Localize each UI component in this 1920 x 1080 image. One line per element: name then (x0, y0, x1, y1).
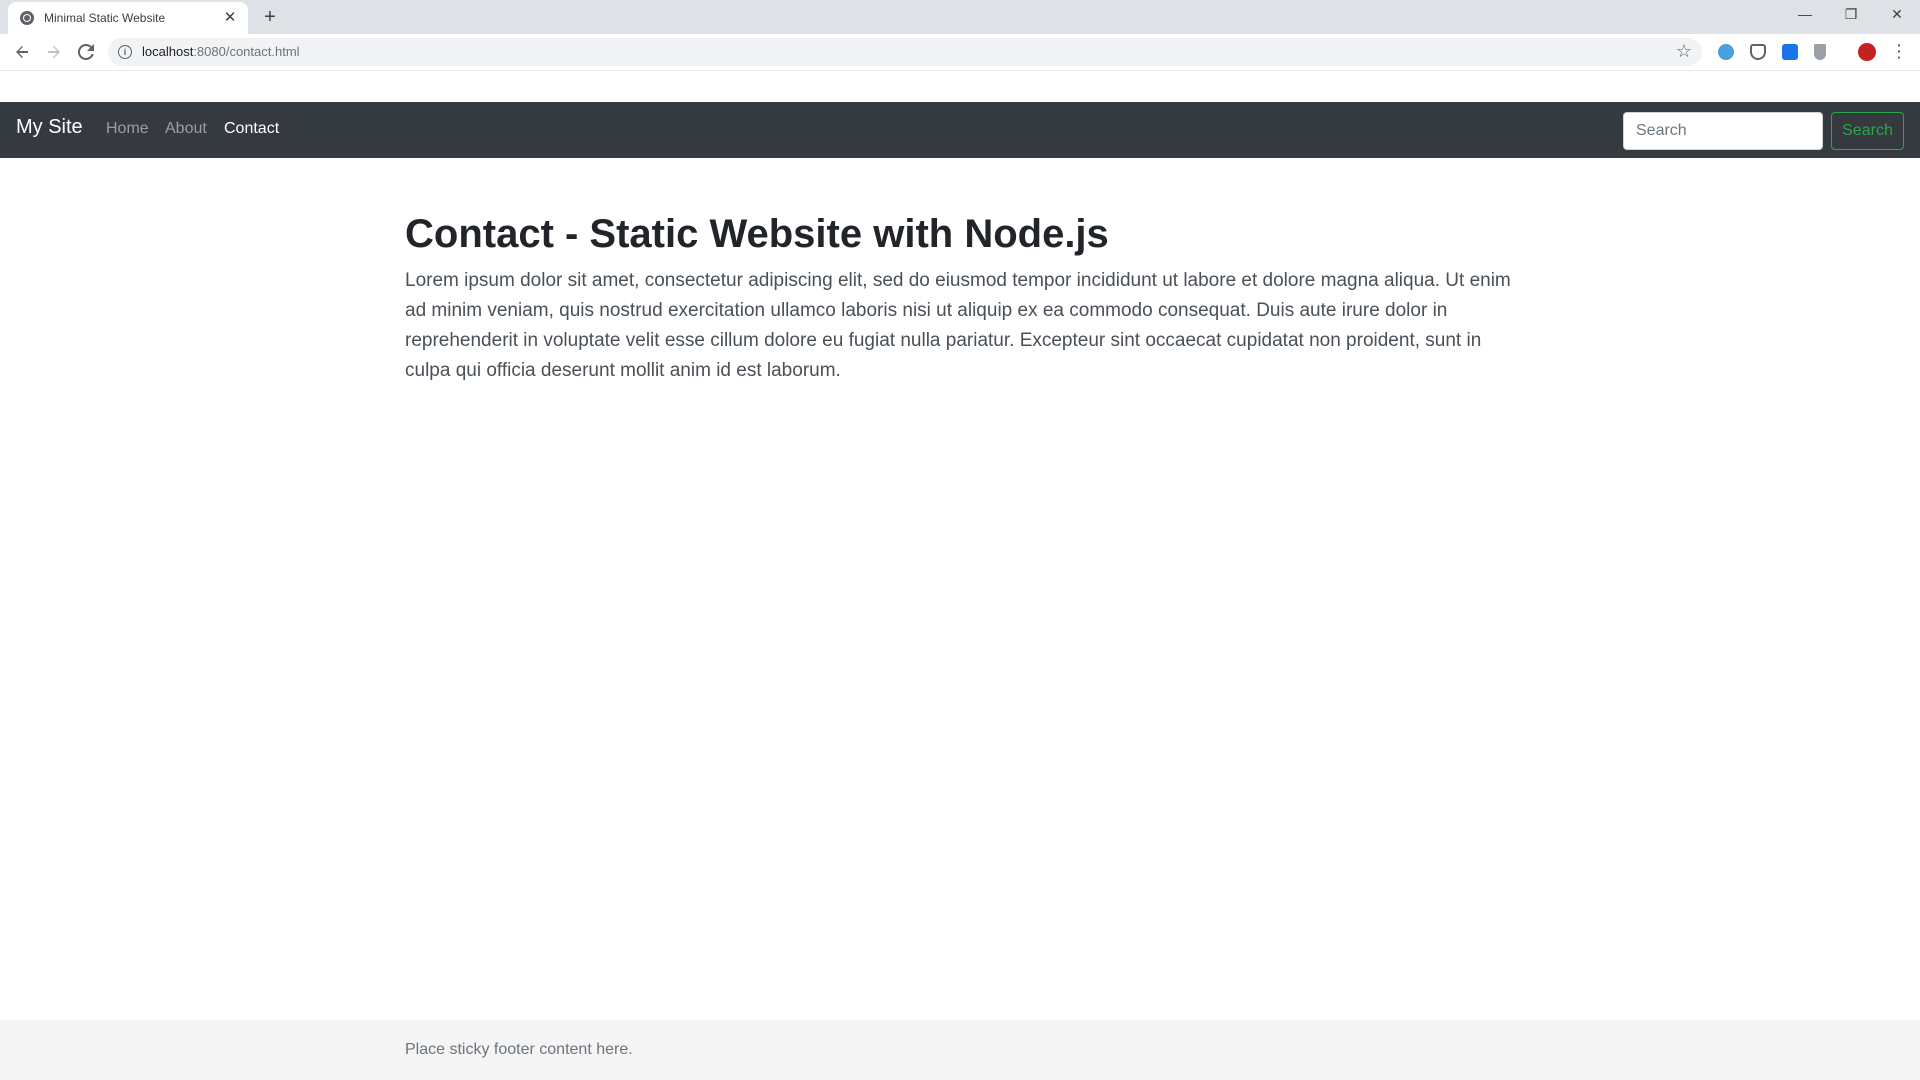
search-input[interactable] (1623, 112, 1823, 150)
url-text[interactable]: localhost:8080/contact.html (142, 44, 300, 59)
browser-toolbar: i localhost:8080/contact.html ☆ ⋮ (0, 34, 1920, 71)
sticky-footer: Place sticky footer content here. (0, 1020, 1920, 1080)
site-info-icon[interactable]: i (118, 45, 132, 59)
menu-kebab-icon[interactable]: ⋮ (1890, 42, 1908, 60)
footer-text: Place sticky footer content here. (405, 1041, 633, 1058)
bookmark-star-icon[interactable]: ☆ (1676, 41, 1692, 62)
nav-link-contact[interactable]: Contact (224, 120, 279, 138)
reload-icon[interactable] (72, 38, 100, 66)
page-title: Contact - Static Website with Node.js (405, 212, 1109, 256)
close-tab-icon[interactable]: ✕ (220, 8, 240, 28)
ext-download-icon[interactable] (1814, 44, 1826, 60)
lead-paragraph: Lorem ipsum dolor sit amet, consectetur … (405, 270, 1511, 381)
main-content: Contact - Static Website with Node.js Lo… (405, 210, 1515, 386)
minimize-button[interactable]: — (1782, 0, 1828, 30)
pocket-icon[interactable] (1750, 44, 1766, 60)
ext-m-icon[interactable] (1782, 44, 1798, 60)
tab-title: Minimal Static Website (44, 11, 166, 25)
search-button[interactable]: Search (1831, 112, 1904, 150)
nav-link-about[interactable]: About (165, 120, 207, 138)
address-bar[interactable]: i localhost:8080/contact.html ☆ (108, 38, 1702, 66)
nav-link-home[interactable]: Home (106, 120, 149, 138)
browser-tab[interactable]: Minimal Static Website ✕ (8, 2, 248, 34)
globe-icon (20, 11, 34, 25)
url-host: localhost (142, 44, 194, 59)
browser-tabstrip: Minimal Static Website ✕ + — ❐ ✕ (0, 0, 1920, 34)
forward-arrow-icon[interactable] (40, 38, 68, 66)
back-arrow-icon[interactable] (8, 38, 36, 66)
site-navbar: My Site Home About Contact Search (0, 102, 1920, 158)
profile-avatar-icon[interactable] (1858, 43, 1876, 61)
url-path: :8080/contact.html (193, 44, 300, 59)
close-window-button[interactable]: ✕ (1874, 0, 1920, 30)
ext-blue-bird-icon[interactable] (1718, 44, 1734, 60)
new-tab-button[interactable]: + (258, 6, 282, 30)
site-brand[interactable]: My Site (16, 116, 83, 139)
restore-button[interactable]: ❐ (1828, 0, 1874, 30)
